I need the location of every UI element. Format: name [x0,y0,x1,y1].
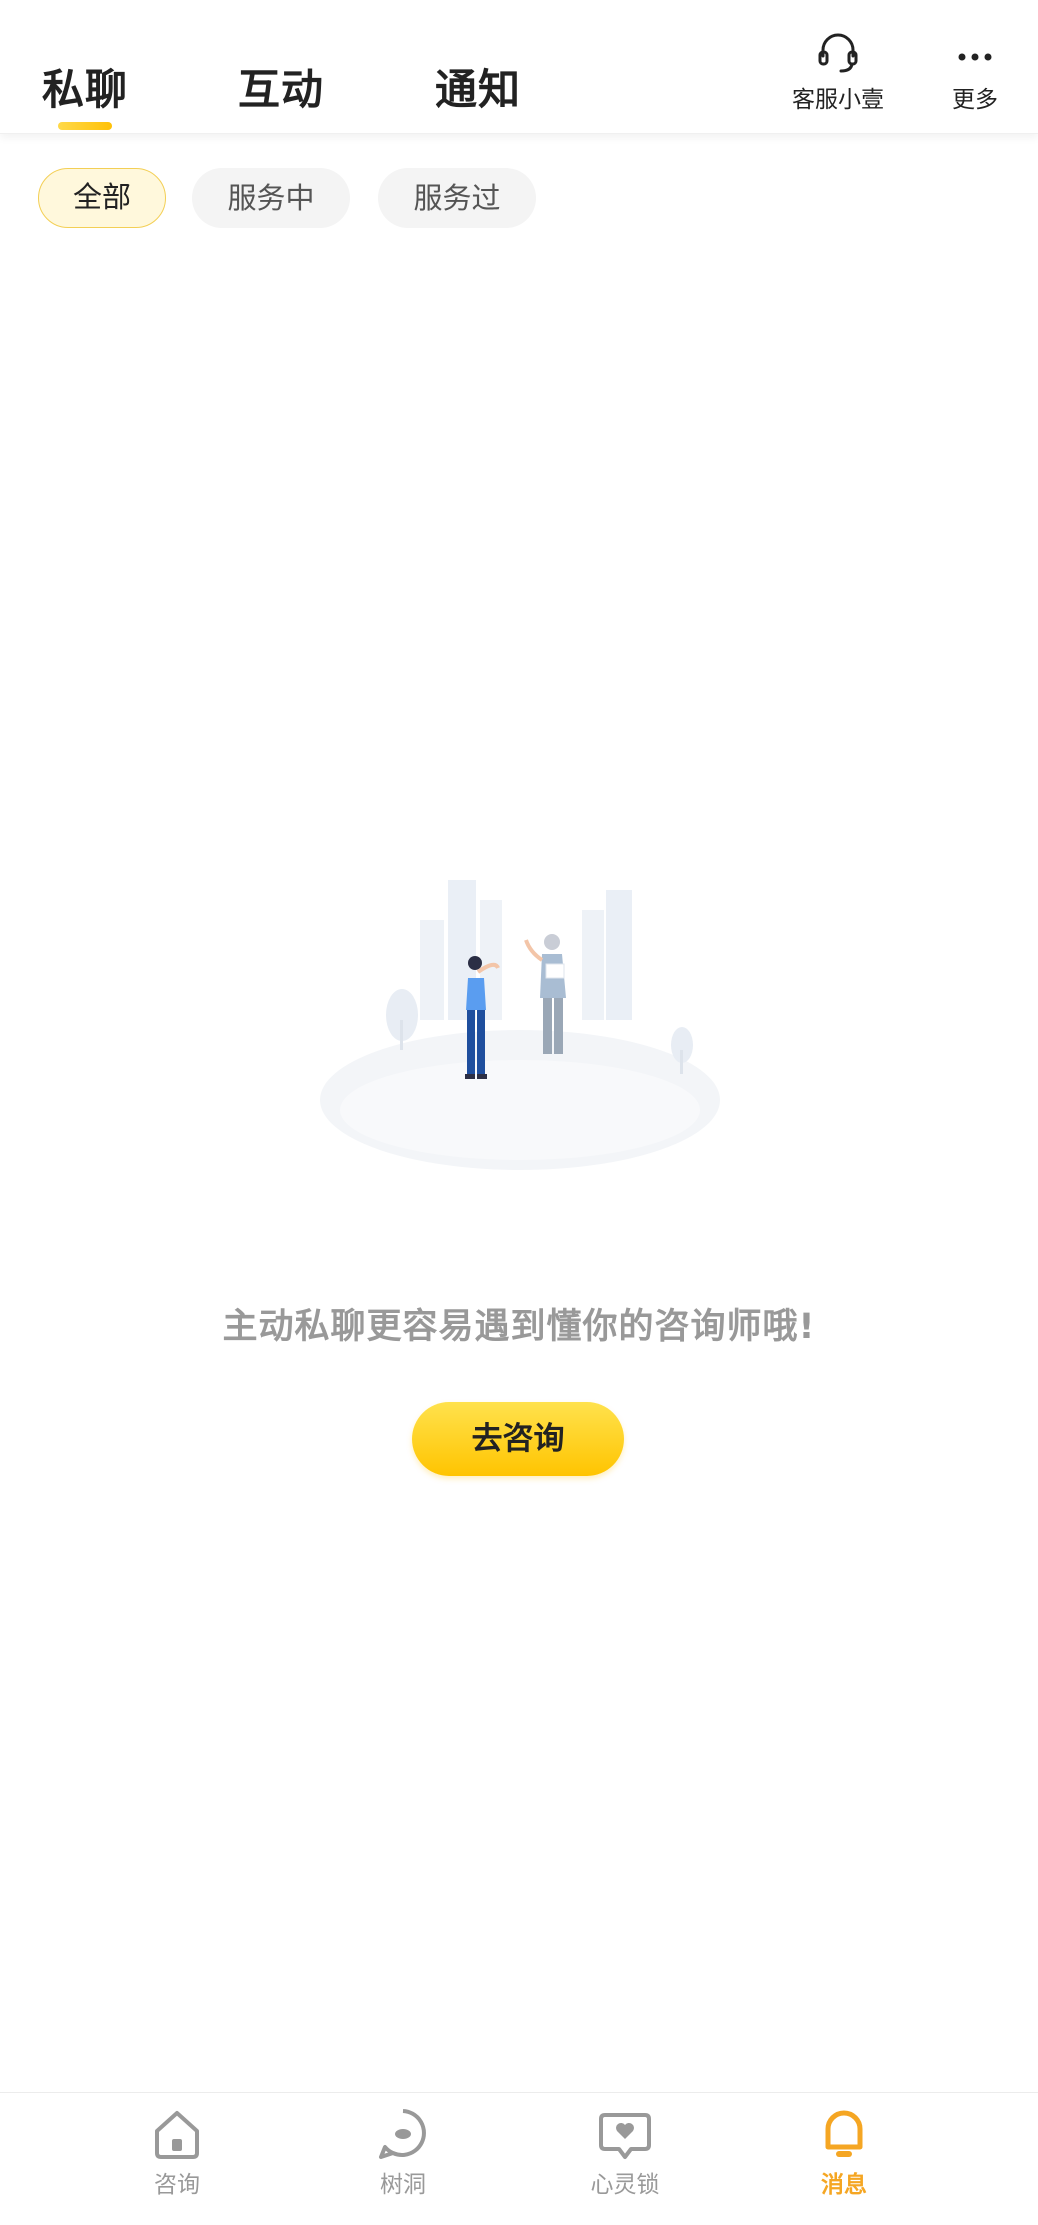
more-label: 更多 [952,87,998,113]
nav-item-heart-lock[interactable]: 心灵锁 [565,2103,685,2199]
top-header: 私聊 互动 通知 客服小壹 更多 [0,0,1038,134]
nav-label-messages: 消息 [821,2172,867,2198]
nav-label-consult: 咨询 [154,2172,200,2198]
empty-state-message: 主动私聊更容易遇到懂你的咨询师哦! [222,1307,816,1347]
tab-interaction[interactable]: 互动 [238,56,324,117]
empty-state-illustration [320,880,720,1170]
more-button[interactable]: 更多 [940,30,1010,114]
customer-service-button[interactable]: 客服小壹 [788,30,888,114]
nav-item-consult[interactable]: 咨询 [117,2103,237,2199]
nav-item-messages[interactable]: 消息 [784,2103,904,2199]
chat-bubble-icon [379,2109,426,2159]
nav-label-heart-lock: 心灵锁 [590,2172,660,2198]
active-tab-indicator [58,122,112,130]
bell-icon [825,2110,863,2157]
filter-served-chip[interactable]: 服务过 [378,168,536,228]
heart-message-icon [599,2113,651,2159]
filter-all-chip[interactable]: 全部 [38,168,166,228]
tab-notifications[interactable]: 通知 [435,56,521,117]
messages-page: 私聊 互动 通知 客服小壹 更多 全部 服务中 服务过 主动私聊更容易遇到懂你的… [0,0,1038,2225]
customer-service-label: 客服小壹 [792,87,884,113]
bottom-navigation: 咨询 树洞 心灵锁 消息 [0,2092,1038,2225]
tab-private-chat[interactable]: 私聊 [42,56,128,117]
nav-label-tree-hole: 树洞 [380,2172,426,2198]
filter-in-service-chip[interactable]: 服务中 [192,168,350,228]
home-icon [155,2111,199,2159]
go-consult-button[interactable]: 去咨询 [412,1402,624,1476]
headset-icon [818,33,858,73]
more-dots-icon [958,53,992,61]
nav-item-tree-hole[interactable]: 树洞 [343,2103,463,2199]
